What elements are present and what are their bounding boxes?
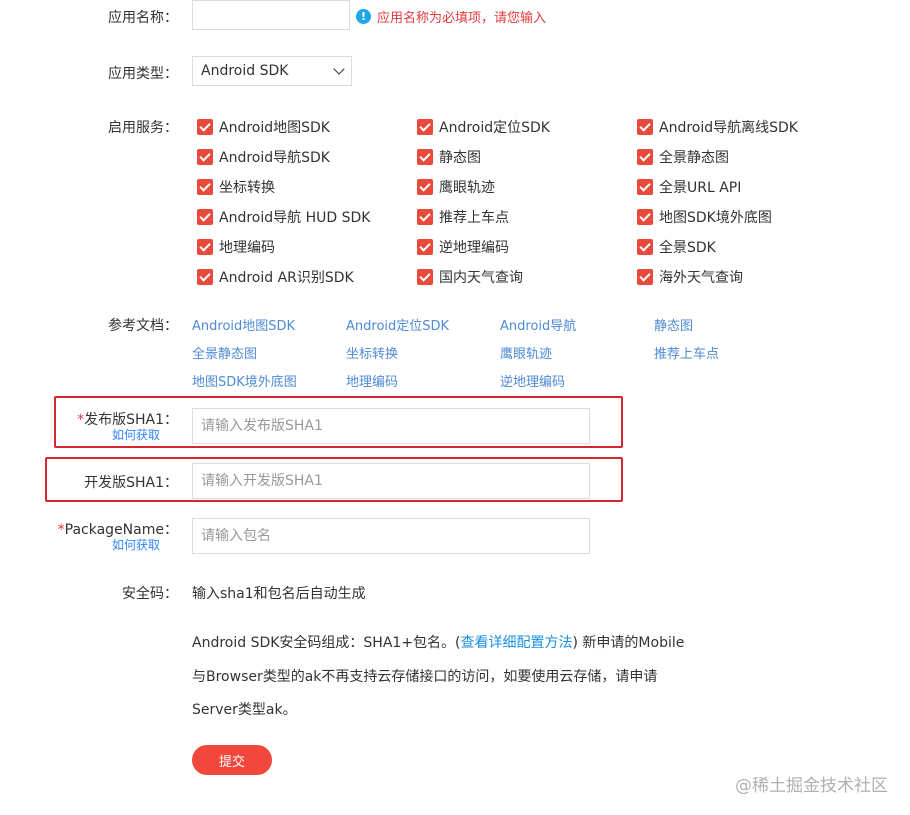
- service-checkbox[interactable]: 全景静态图: [637, 147, 729, 167]
- service-checkbox[interactable]: Android定位SDK: [417, 117, 550, 137]
- service-checkbox[interactable]: 静态图: [417, 147, 481, 167]
- checkbox-checked-icon[interactable]: [637, 239, 653, 255]
- checkbox-checked-icon[interactable]: [637, 179, 653, 195]
- doc-link[interactable]: 全景静态图: [192, 343, 257, 362]
- app-name-error-text: 应用名称为必填项，请您输入: [377, 11, 547, 26]
- checkbox-checked-icon[interactable]: [417, 239, 433, 255]
- checkbox-checked-icon[interactable]: [197, 119, 213, 135]
- docs-label: 参考文档：: [108, 318, 178, 334]
- doc-link[interactable]: Android地图SDK: [192, 315, 295, 334]
- app-name-label: 应用名称：: [108, 10, 178, 26]
- note-line-1: Android SDK安全码组成：SHA1+包名。(查看详细配置方法) 新申请的…: [192, 635, 685, 651]
- checkbox-checked-icon[interactable]: [637, 149, 653, 165]
- checkbox-checked-icon[interactable]: [197, 179, 213, 195]
- checkbox-checked-icon[interactable]: [197, 209, 213, 225]
- checkbox-checked-icon[interactable]: [637, 209, 653, 225]
- service-checkbox[interactable]: 海外天气查询: [637, 267, 743, 287]
- service-checkbox[interactable]: Android AR识别SDK: [197, 267, 354, 287]
- doc-link[interactable]: 地图SDK境外底图: [192, 371, 297, 390]
- service-checkbox[interactable]: Android地图SDK: [197, 117, 330, 137]
- checkbox-checked-icon[interactable]: [637, 269, 653, 285]
- security-code-value: 输入sha1和包名后自动生成: [192, 586, 366, 602]
- app-name-error: ! 应用名称为必填项，请您输入: [356, 7, 546, 26]
- services-label: 启用服务：: [108, 120, 178, 136]
- doc-link[interactable]: 静态图: [654, 315, 693, 334]
- chevron-down-icon: [333, 63, 345, 75]
- app-name-input[interactable]: [192, 0, 350, 30]
- service-checkbox[interactable]: 地图SDK境外底图: [637, 207, 772, 227]
- doc-link[interactable]: Android定位SDK: [346, 315, 449, 334]
- info-icon: !: [356, 9, 371, 24]
- security-code-label: 安全码：: [122, 586, 178, 602]
- service-checkbox[interactable]: 全景URL API: [637, 177, 741, 197]
- watermark: @稀土掘金技术社区: [735, 776, 888, 796]
- app-type-label: 应用类型：: [108, 66, 178, 82]
- service-checkbox[interactable]: 地理编码: [197, 237, 275, 257]
- doc-link[interactable]: 逆地理编码: [500, 371, 565, 390]
- checkbox-checked-icon[interactable]: [417, 209, 433, 225]
- doc-link[interactable]: 鹰眼轨迹: [500, 343, 552, 362]
- service-checkbox[interactable]: 全景SDK: [637, 237, 716, 257]
- checkbox-checked-icon[interactable]: [197, 239, 213, 255]
- app-type-select[interactable]: Android SDK: [192, 56, 352, 86]
- service-checkbox[interactable]: 鹰眼轨迹: [417, 177, 495, 197]
- service-checkbox[interactable]: 推荐上车点: [417, 207, 509, 227]
- doc-link[interactable]: 推荐上车点: [654, 343, 719, 362]
- doc-link[interactable]: 坐标转换: [346, 343, 398, 362]
- checkbox-checked-icon[interactable]: [417, 149, 433, 165]
- service-checkbox[interactable]: Android导航离线SDK: [637, 117, 798, 137]
- service-checkbox[interactable]: Android导航SDK: [197, 147, 330, 167]
- config-method-link[interactable]: 查看详细配置方法: [461, 635, 573, 651]
- note-line-2: 与Browser类型的ak不再支持云存储接口的访问，如要使用云存储，请申请: [192, 669, 658, 685]
- submit-button[interactable]: 提交: [192, 745, 272, 775]
- checkbox-checked-icon[interactable]: [197, 269, 213, 285]
- doc-link[interactable]: Android导航: [500, 315, 576, 334]
- service-checkbox[interactable]: 国内天气查询: [417, 267, 523, 287]
- dev-sha1-label: 开发版SHA1：: [84, 475, 178, 491]
- doc-link[interactable]: 地理编码: [346, 371, 398, 390]
- service-checkbox[interactable]: 逆地理编码: [417, 237, 509, 257]
- checkbox-checked-icon[interactable]: [417, 179, 433, 195]
- release-sha1-input[interactable]: [192, 408, 590, 444]
- package-name-input[interactable]: [192, 518, 590, 554]
- checkbox-checked-icon[interactable]: [417, 269, 433, 285]
- checkbox-checked-icon[interactable]: [417, 119, 433, 135]
- release-sha1-howto-link[interactable]: 如何获取: [112, 426, 160, 443]
- checkbox-checked-icon[interactable]: [637, 119, 653, 135]
- app-type-selected: Android SDK: [201, 63, 289, 79]
- dev-sha1-input[interactable]: [192, 463, 590, 499]
- package-name-howto-link[interactable]: 如何获取: [112, 536, 160, 553]
- note-line-3: Server类型ak。: [192, 702, 297, 718]
- service-checkbox[interactable]: Android导航 HUD SDK: [197, 207, 370, 227]
- service-checkbox[interactable]: 坐标转换: [197, 177, 275, 197]
- checkbox-checked-icon[interactable]: [197, 149, 213, 165]
